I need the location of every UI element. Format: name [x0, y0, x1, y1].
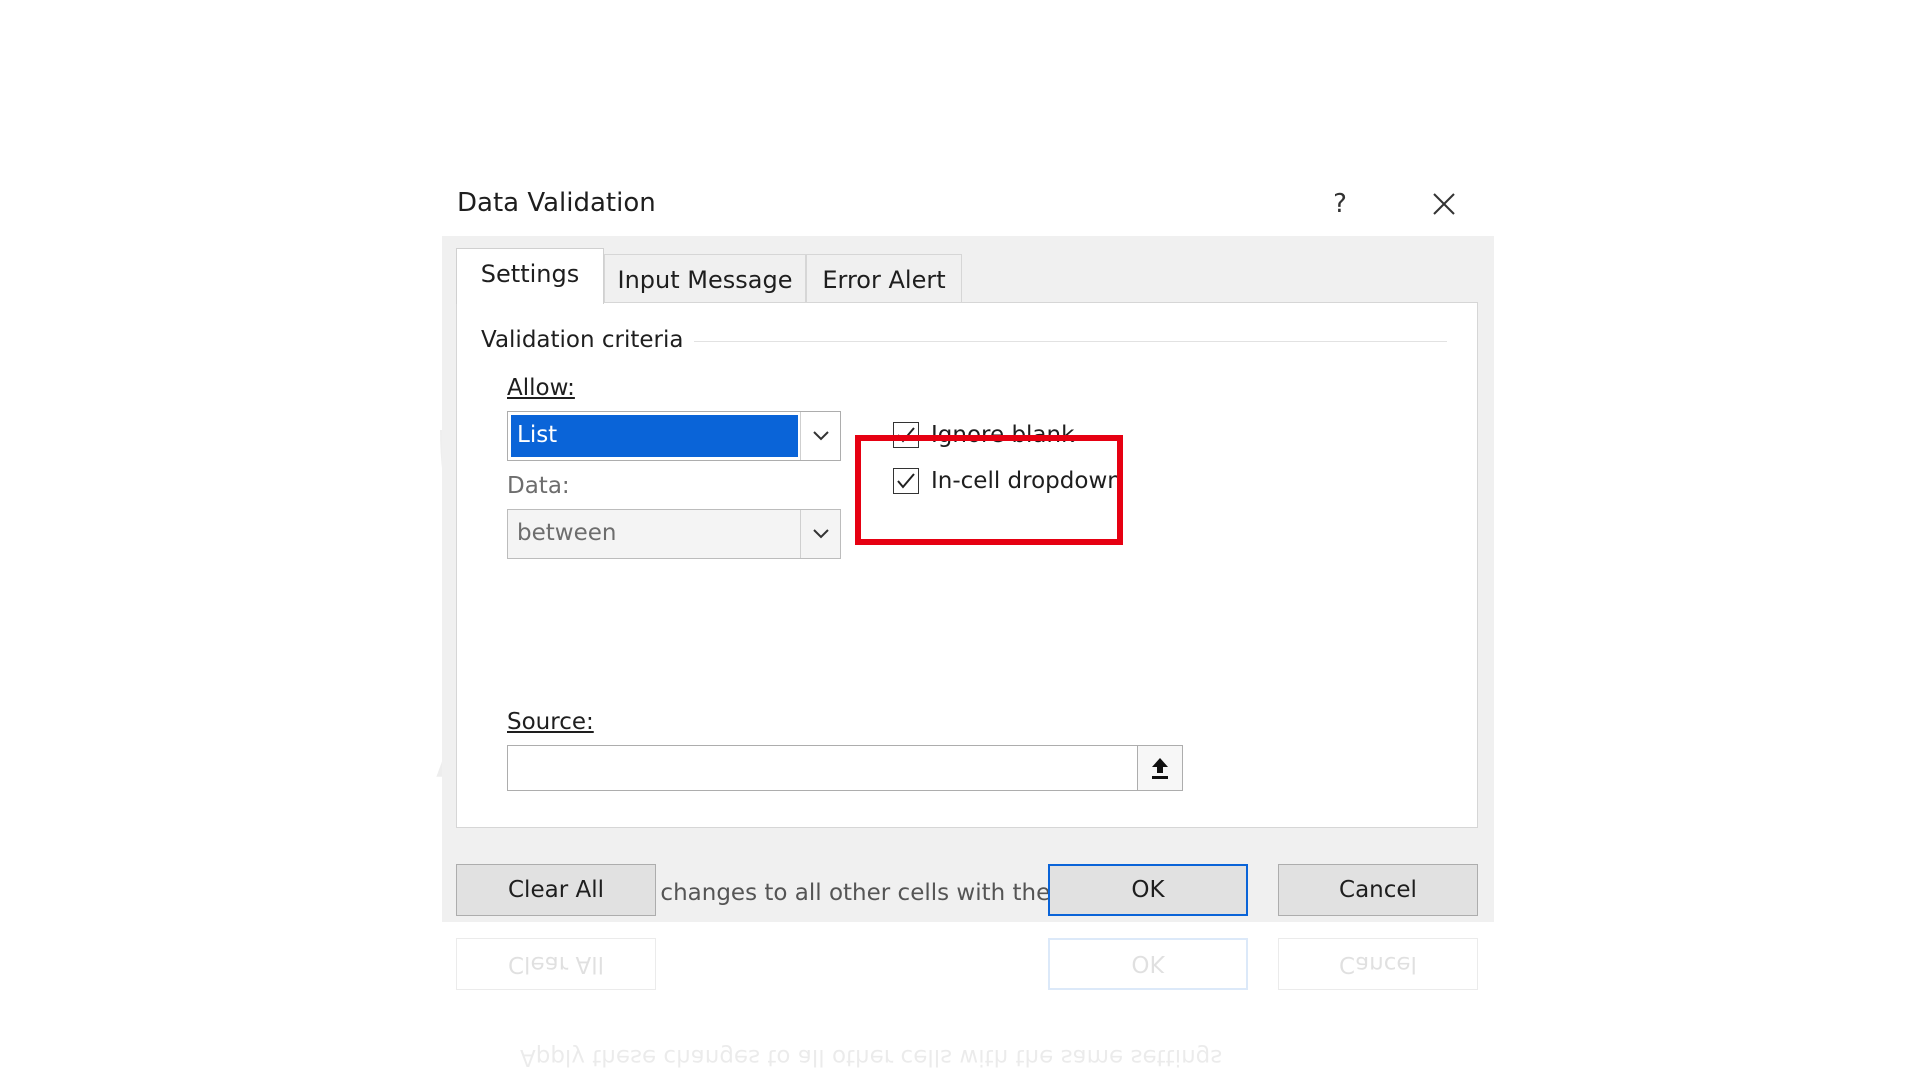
- allow-label-text: Allow:: [507, 375, 575, 401]
- upload-arrow-icon: [1152, 758, 1168, 779]
- clear-all-button[interactable]: Clear All: [456, 864, 656, 916]
- source-input[interactable]: [507, 745, 1145, 791]
- ignore-blank-label: Ignore blank: [931, 422, 1075, 448]
- help-button[interactable]: ?: [1322, 186, 1358, 222]
- data-label: Data:: [507, 473, 570, 499]
- in-cell-dropdown-label: In-cell dropdown: [931, 468, 1122, 494]
- close-icon: [1433, 193, 1455, 215]
- tab-error-alert[interactable]: Error Alert: [806, 254, 962, 304]
- settings-panel: Validation criteria Allow: List Data: be…: [456, 302, 1478, 906]
- allow-dropdown-button[interactable]: [800, 412, 840, 460]
- checkmark-icon: [897, 427, 915, 443]
- cancel-button-label: Cancel: [1339, 877, 1417, 903]
- data-dropdown-button[interactable]: [800, 510, 840, 558]
- close-button[interactable]: [1422, 184, 1466, 224]
- ok-button[interactable]: OK: [1048, 864, 1248, 916]
- collapse-dialog-button[interactable]: [1137, 745, 1183, 791]
- allow-label: Allow:: [507, 375, 575, 401]
- chevron-down-icon: [812, 529, 829, 539]
- reflection-apply-all: Apply these changes to all other cells w…: [520, 1044, 1223, 1070]
- title-bar: Data Validation ?: [442, 180, 1494, 238]
- ignore-blank-checkbox-row[interactable]: Ignore blank: [893, 417, 1074, 453]
- ok-button-label: OK: [1131, 877, 1165, 903]
- reflection-clear-all: Clear All: [456, 938, 656, 990]
- group-divider: [667, 341, 1447, 342]
- dialog-body: Settings Input Message Error Alert Valid…: [442, 236, 1494, 922]
- data-validation-dialog: Data Validation ? Settings Input Message…: [442, 180, 1494, 922]
- cancel-button[interactable]: Cancel: [1278, 864, 1478, 916]
- chevron-down-icon: [812, 431, 829, 441]
- allow-dropdown[interactable]: List: [507, 411, 841, 461]
- allow-dropdown-value: List: [511, 415, 798, 457]
- in-cell-dropdown-checkbox[interactable]: [893, 468, 919, 494]
- validation-criteria-label: Validation criteria: [481, 327, 694, 353]
- tab-input-message[interactable]: Input Message: [604, 254, 806, 304]
- ignore-blank-checkbox[interactable]: [893, 422, 919, 448]
- tab-settings[interactable]: Settings: [456, 248, 604, 304]
- in-cell-dropdown-checkbox-row[interactable]: In-cell dropdown: [893, 463, 1122, 499]
- source-label: Source:: [507, 709, 594, 735]
- screen: ATRO ACADEMY Data Validation ? Settings …: [0, 0, 1920, 1080]
- data-dropdown[interactable]: between: [507, 509, 841, 559]
- checkmark-icon: [897, 473, 915, 489]
- dialog-title: Data Validation: [457, 188, 656, 218]
- reflection-cancel: Cancel: [1278, 938, 1478, 990]
- reflection-ok: OK: [1048, 938, 1248, 990]
- source-label-text: Source:: [507, 709, 594, 735]
- dialog-reflection: Clear All OK Cancel Apply these changes …: [442, 924, 1494, 1080]
- data-dropdown-value: between: [517, 520, 617, 546]
- clear-all-button-label: Clear All: [508, 877, 604, 903]
